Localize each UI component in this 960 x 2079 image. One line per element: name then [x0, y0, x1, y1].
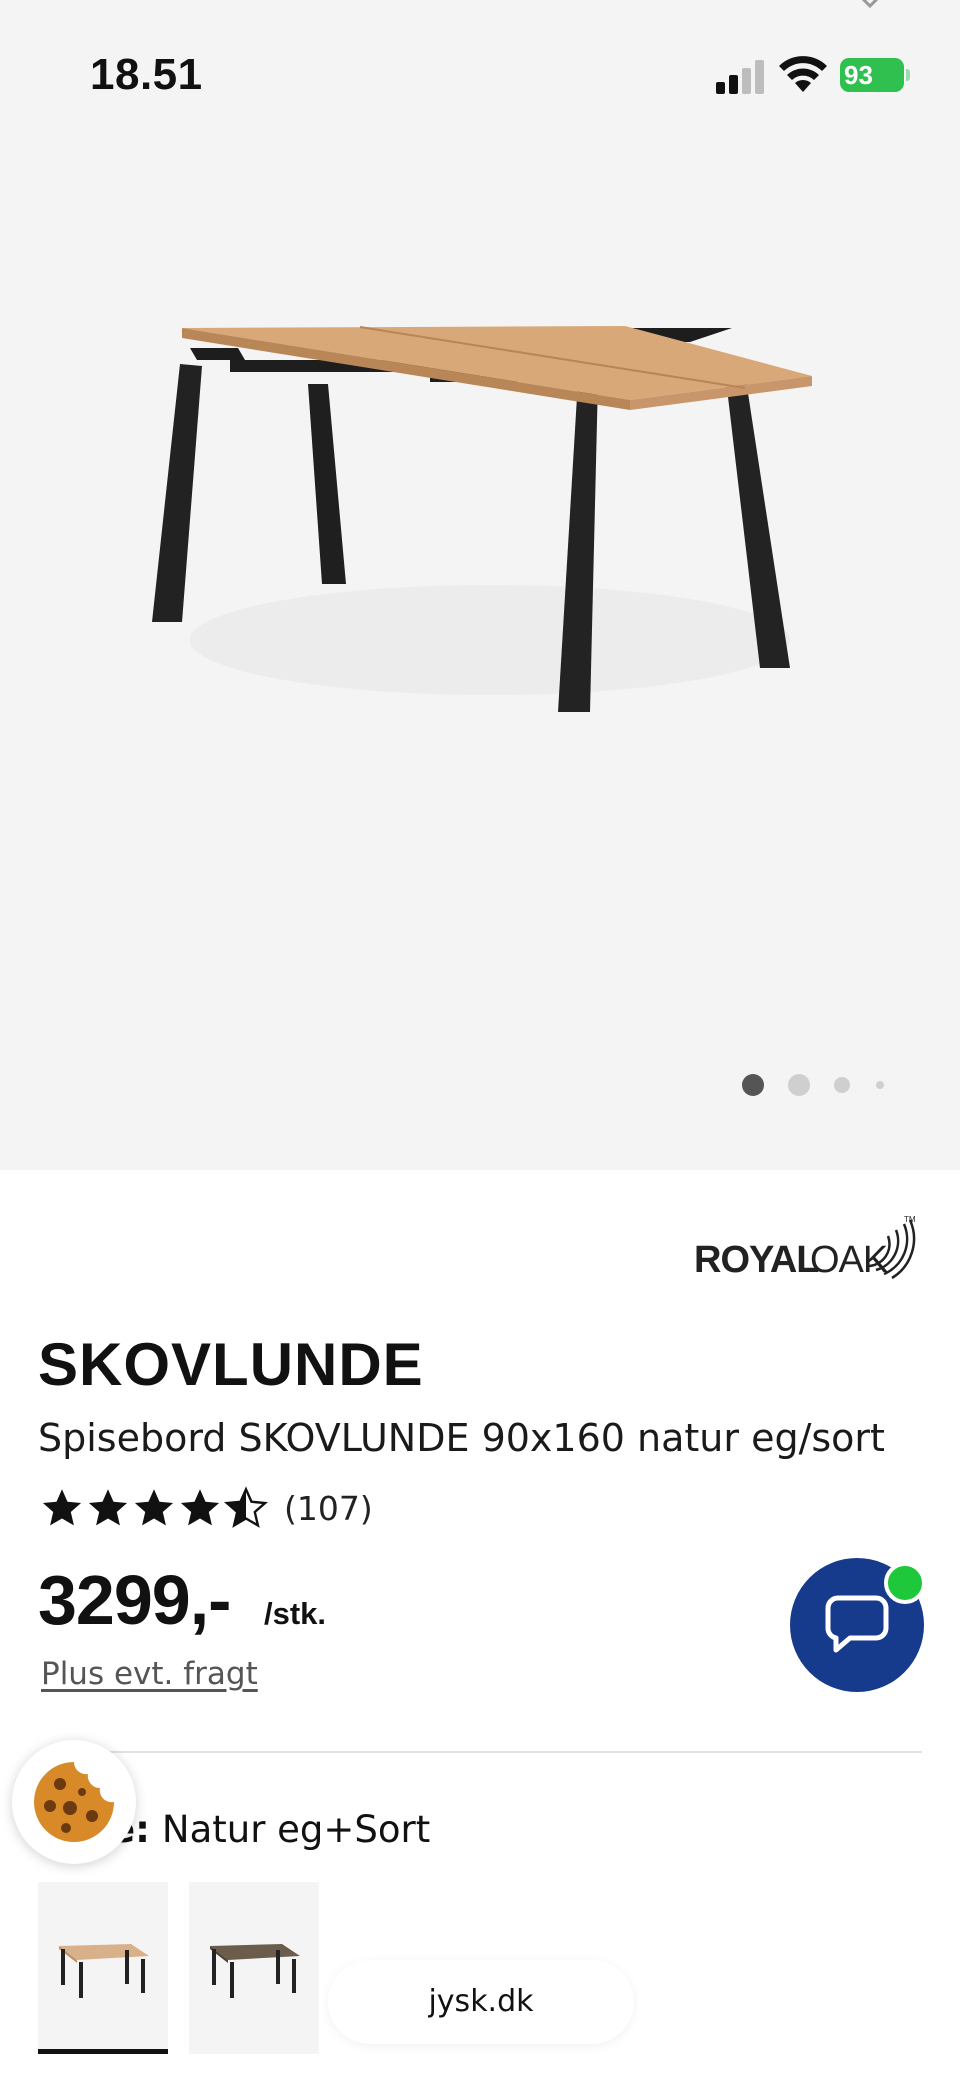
rating[interactable]: (107) — [40, 1486, 373, 1530]
freight-link[interactable]: Plus evt. fragt — [41, 1656, 258, 1692]
variant-selector-label: e: Natur eg+Sort — [110, 1808, 430, 1851]
online-indicator — [884, 1562, 926, 1604]
star-icon — [88, 1489, 128, 1526]
variant-value: Natur eg+Sort — [161, 1808, 431, 1851]
carousel-dots[interactable] — [740, 1070, 890, 1100]
divider — [38, 1751, 922, 1753]
review-count[interactable]: (107) — [284, 1489, 373, 1528]
status-bar: 18.51 93 — [0, 0, 960, 150]
carousel-dot[interactable] — [834, 1077, 850, 1093]
browser-url-bar[interactable]: jysk.dk — [328, 1960, 634, 2044]
table-thumbnail — [210, 1944, 300, 1998]
selected-variant-indicator — [38, 2049, 168, 2054]
carousel-dot[interactable] — [876, 1081, 884, 1089]
svg-text:TM: TM — [904, 1215, 916, 1224]
variant-option-natur-eg[interactable] — [38, 1882, 168, 2054]
cookie-button[interactable] — [12, 1740, 136, 1864]
product-description: Spisebord SKOVLUNDE 90x160 natur eg/sort — [38, 1416, 885, 1460]
status-time: 18.51 — [90, 50, 203, 99]
carousel-dot-active[interactable] — [742, 1074, 764, 1096]
star-icon — [42, 1489, 82, 1526]
battery-icon: 93 — [840, 58, 910, 92]
table-thumbnail — [59, 1944, 149, 1998]
product-title: SKOVLUNDE — [38, 1331, 424, 1398]
product-image — [152, 326, 812, 712]
product-image-carousel[interactable]: 18.51 93 — [0, 0, 960, 1170]
price: 3299,- — [38, 1561, 231, 1639]
chat-icon — [825, 1595, 889, 1653]
star-half-icon — [224, 1486, 268, 1528]
star-icon — [134, 1489, 174, 1526]
variant-option-dark-oak[interactable] — [189, 1882, 319, 2054]
chevron-down-icon[interactable] — [852, 0, 888, 12]
carousel-dot[interactable] — [788, 1074, 810, 1096]
battery-tip — [906, 69, 910, 81]
star-icon — [180, 1489, 220, 1526]
cookie-icon — [34, 1762, 114, 1842]
battery-level: 93 — [840, 58, 904, 92]
brand-logo: ROYAL OAK TM — [694, 1215, 916, 1280]
svg-text:ROYAL: ROYAL — [694, 1239, 819, 1280]
price-unit: /stk. — [264, 1596, 327, 1631]
wifi-icon — [779, 56, 827, 92]
signal-icon — [716, 60, 764, 94]
svg-text:OAK: OAK — [810, 1239, 888, 1280]
